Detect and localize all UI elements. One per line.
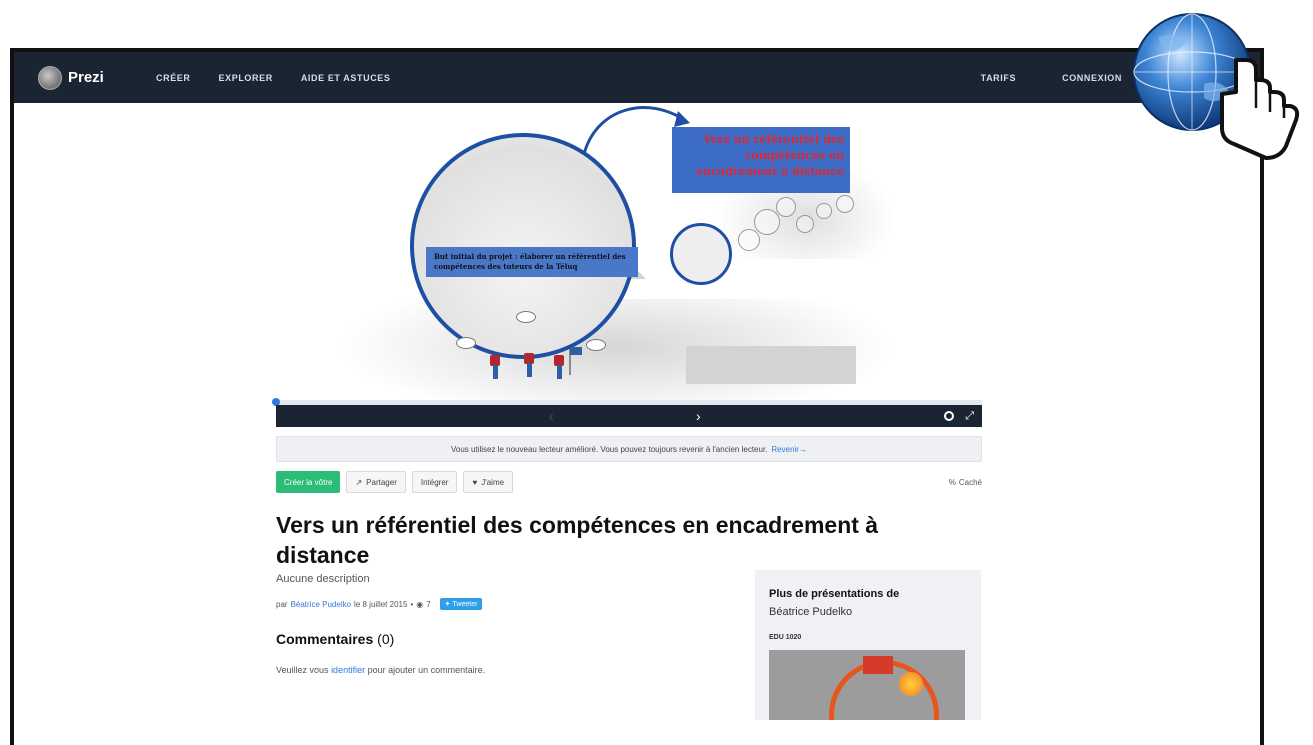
speech-bubble xyxy=(586,339,606,351)
revert-player-link[interactable]: Revenir→ xyxy=(771,445,807,454)
expand-icon[interactable]: ⤢ xyxy=(965,410,974,423)
twitter-bird-icon: ✦ xyxy=(444,601,451,608)
circle-banner-text: But initial du projet : élaborer un réfé… xyxy=(426,247,638,277)
previous-step-button[interactable]: ‹ xyxy=(549,408,554,424)
page-title: Vers un référentiel des compétences en e… xyxy=(276,512,879,568)
tweet-button[interactable]: ✦ Tweeter xyxy=(439,598,483,610)
link-icon: % xyxy=(948,477,956,487)
byline: par Béatrice Pudelko le 8 juillet 2015 •… xyxy=(276,598,483,610)
decor-ring xyxy=(796,215,814,233)
sidebar-author[interactable]: Béatrice Pudelko xyxy=(769,606,852,618)
zoom-frame-circle[interactable] xyxy=(410,133,636,359)
view-count: 7 xyxy=(426,599,431,609)
external-share-icon: ↗ xyxy=(355,477,363,487)
comments-heading-label: Commentaires xyxy=(276,631,374,647)
tweet-label: Tweeter xyxy=(452,600,478,608)
nav-pricing[interactable]: TARIFS xyxy=(981,73,1016,83)
thumbnail-block xyxy=(863,656,893,674)
nav-help[interactable]: AIDE ET ASTUCES xyxy=(301,73,391,83)
author-link[interactable]: Béatrice Pudelko xyxy=(291,600,351,609)
comments-count: (0) xyxy=(377,631,395,647)
decor-ring xyxy=(738,229,760,251)
sidebar-heading: Plus de présentations de xyxy=(769,588,900,600)
zoom-frame-circle-small[interactable] xyxy=(670,223,732,285)
decor-ring xyxy=(754,209,780,235)
create-your-own-button[interactable]: Créer la vôtre xyxy=(276,471,341,493)
slide-title-box: Vers un référentiel des compétences en e… xyxy=(672,127,850,193)
hiker-figure xyxy=(554,351,564,379)
byline-prefix: par xyxy=(276,599,288,609)
gear-icon[interactable] xyxy=(944,411,954,421)
decor-ring xyxy=(776,197,796,217)
comments-heading: Commentaires (0) xyxy=(276,631,394,647)
more-presentations-panel: Plus de présentations de Béatrice Pudelk… xyxy=(755,570,981,720)
publish-date: le 8 juillet 2015 xyxy=(354,599,408,609)
description: Aucune description xyxy=(276,573,370,585)
flag-icon xyxy=(569,347,582,375)
presentation-viewer[interactable]: But initial du projet : élaborer un réfé… xyxy=(276,99,982,419)
decor-ring xyxy=(836,195,854,213)
nav-login[interactable]: CONNEXION xyxy=(1062,73,1122,83)
prompt-before: Veuillez vous xyxy=(276,665,329,675)
hiker-figure xyxy=(524,349,534,377)
prezi-logo[interactable]: Prezi xyxy=(38,65,128,90)
nav-create[interactable]: CRÉER xyxy=(156,73,191,83)
presentation-thumbnail[interactable] xyxy=(769,650,965,720)
speech-bubble xyxy=(516,311,536,323)
visibility-status[interactable]: % Caché xyxy=(949,478,982,487)
like-label: J'aime xyxy=(481,477,505,487)
visibility-label: Caché xyxy=(958,477,982,487)
nav-explore[interactable]: EXPLORER xyxy=(219,73,273,83)
heart-icon: ♥ xyxy=(472,477,478,487)
action-toolbar: Créer la vôtre ↗ Partager Intégrer ♥ J'a… xyxy=(276,471,982,493)
brand-name: Prezi xyxy=(68,69,104,86)
share-label: Partager xyxy=(366,477,397,487)
player-notice: Vous utilisez le nouveau lecteur amélior… xyxy=(276,436,982,462)
embed-button[interactable]: Intégrer xyxy=(411,471,458,493)
bullet-separator: • xyxy=(410,599,414,609)
hiker-figure xyxy=(490,351,500,379)
top-navbar: Prezi CRÉER EXPLORER AIDE ET ASTUCES TAR… xyxy=(14,52,1260,103)
notice-text: Vous utilisez le nouveau lecteur amélior… xyxy=(451,444,768,454)
prezi-logo-icon xyxy=(38,65,62,90)
eye-icon: ◉ xyxy=(416,599,424,609)
prompt-after: pour ajouter un commentaire. xyxy=(367,665,486,675)
thumbnail-sun xyxy=(899,672,923,696)
speech-bubble xyxy=(456,337,476,349)
slide-credit-box xyxy=(686,346,856,384)
login-link[interactable]: identifier xyxy=(331,665,365,675)
player-controls: ‹ › ⤢ xyxy=(276,405,982,427)
decor-ring xyxy=(816,203,832,219)
share-button[interactable]: ↗ Partager xyxy=(346,471,406,493)
sidebar-item-title[interactable]: EDU 1020 xyxy=(769,634,801,641)
comment-login-prompt: Veuillez vous identifier pour ajouter un… xyxy=(276,665,485,675)
like-button[interactable]: ♥ J'aime xyxy=(463,471,514,493)
next-step-button[interactable]: › xyxy=(696,408,701,424)
globe-hand-cursor-icon xyxy=(1133,13,1300,160)
